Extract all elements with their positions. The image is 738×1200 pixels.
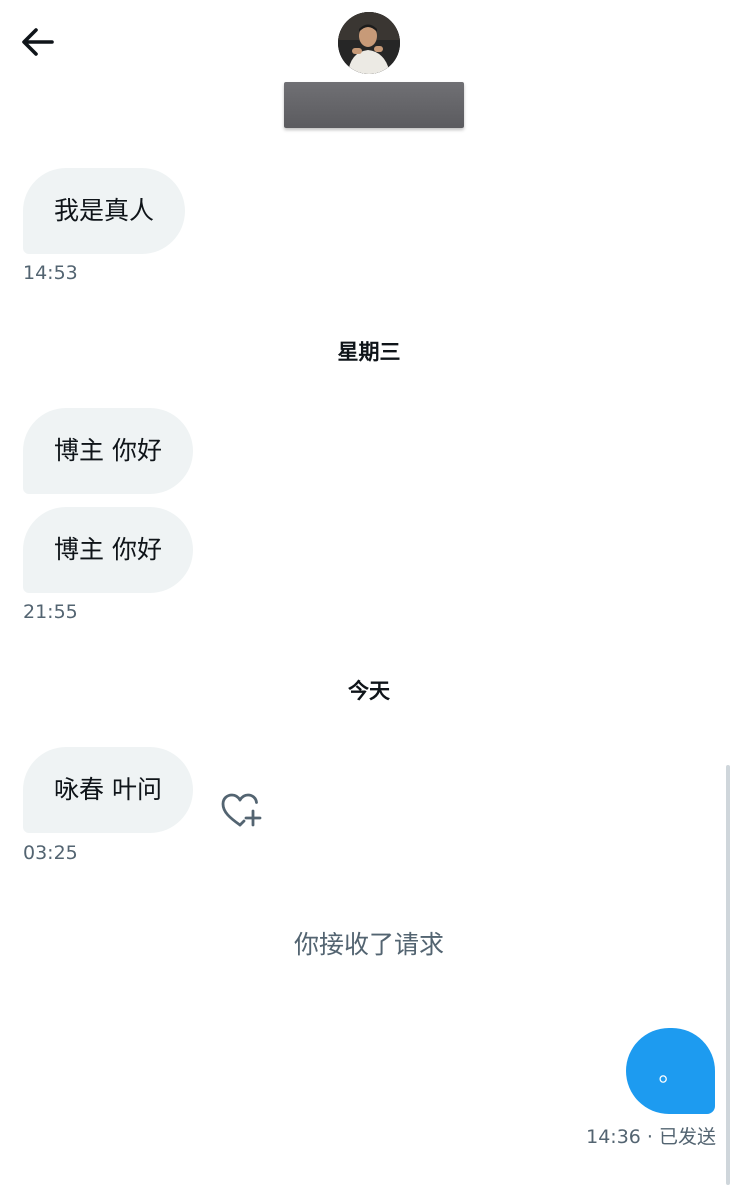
sent-status: 14:36 · 已发送 (586, 1126, 716, 1148)
arrow-left-icon (22, 28, 54, 56)
user-avatar (338, 12, 400, 74)
request-accepted-notice: 你接收了请求 (293, 930, 444, 959)
back-button[interactable] (18, 22, 58, 62)
message-bubble-received[interactable]: 博主 你好 (23, 507, 193, 593)
avatar[interactable] (338, 12, 400, 74)
scrollbar[interactable] (726, 765, 730, 1185)
redacted-username (284, 82, 464, 128)
message-timestamp: 21:55 (23, 601, 78, 623)
message-bubble-received[interactable]: 博主 你好 (23, 408, 193, 494)
day-separator: 星期三 (337, 340, 401, 364)
heart-plus-icon (221, 793, 262, 827)
message-bubble-sent[interactable]: 。 (626, 1028, 715, 1114)
message-timestamp: 14:53 (23, 262, 78, 284)
add-reaction-button[interactable] (220, 792, 264, 832)
message-bubble-received[interactable]: 咏春 叶问 (23, 747, 193, 833)
message-timestamp: 03:25 (23, 842, 78, 864)
message-bubble-received[interactable]: 我是真人 (23, 168, 186, 254)
conversation-header (0, 0, 738, 140)
day-separator: 今天 (348, 679, 390, 703)
